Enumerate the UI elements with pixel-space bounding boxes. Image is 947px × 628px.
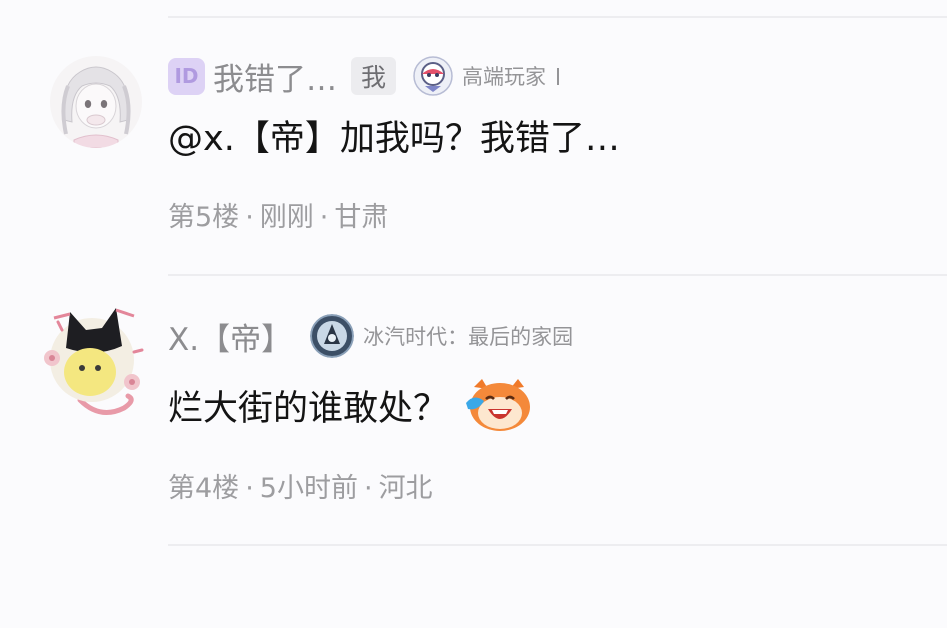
- divider-middle: [168, 274, 947, 276]
- comment-meta: 第5楼 · 刚刚 · 甘肃: [168, 195, 388, 234]
- meta-separator: ·: [245, 202, 254, 233]
- post-time: 5小时前: [259, 473, 358, 504]
- meta-separator: ·: [245, 473, 254, 504]
- forum-name[interactable]: 高端玩家: [462, 61, 546, 91]
- avatar-girl-icon: [50, 56, 142, 148]
- username[interactable]: 我错了…: [213, 54, 337, 99]
- floor-number: 第5楼: [168, 202, 240, 233]
- ip-location: 河北: [378, 473, 433, 504]
- comment-text: @x.【帝】加我吗？我错了…: [168, 118, 620, 159]
- level-mark: [557, 67, 560, 85]
- comment-header: ID 我错了… 我 高端玩家: [168, 54, 560, 99]
- divider-top: [168, 16, 947, 18]
- game-badge-icon[interactable]: [310, 314, 355, 358]
- self-tag: 我: [351, 57, 397, 95]
- meta-separator: ·: [363, 473, 373, 504]
- avatar-cat-icon: [44, 308, 144, 415]
- forum-name[interactable]: 冰汽时代：最后的家园: [363, 321, 573, 351]
- username[interactable]: X.【帝】: [168, 314, 292, 359]
- user-avatar[interactable]: [50, 56, 142, 148]
- comment-meta: 第4楼 · 5小时前 · 河北: [168, 466, 433, 505]
- comment-content: 烂大街的谁敢处？: [168, 377, 536, 433]
- divider-bottom: [168, 544, 947, 546]
- comment-text: 烂大街的谁敢处？: [168, 388, 449, 429]
- forum-badge-icon[interactable]: [413, 56, 453, 96]
- user-avatar[interactable]: [40, 300, 150, 420]
- post-time: 刚刚: [259, 202, 314, 233]
- meta-separator: ·: [319, 202, 329, 233]
- comment-header: X.【帝】 冰汽时代：最后的家园: [168, 314, 573, 358]
- id-badge-icon: ID: [168, 57, 205, 95]
- floor-number: 第4楼: [168, 473, 240, 504]
- ip-location: 甘肃: [334, 202, 389, 233]
- laughing-emoji-icon: [466, 379, 531, 431]
